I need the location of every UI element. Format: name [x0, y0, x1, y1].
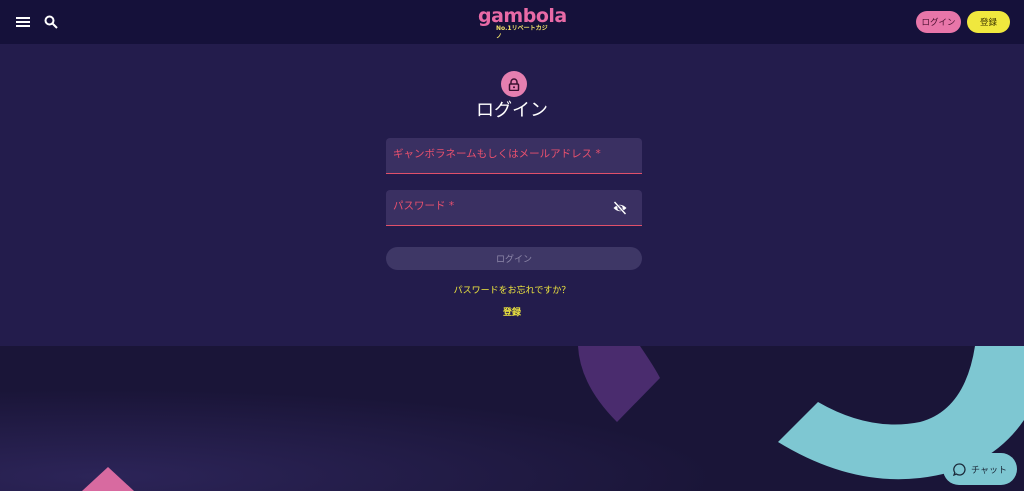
gambola-logo[interactable]: gambola No.1リベートカジノ: [478, 5, 567, 40]
header-register-button[interactable]: 登録: [967, 11, 1010, 33]
lock-icon: [501, 71, 527, 97]
password-field[interactable]: パスワード *: [386, 190, 642, 226]
search-icon[interactable]: [41, 12, 61, 32]
login-panel: ログイン ギャンボラネームもしくはメールアドレス * パスワード * ログイン …: [0, 44, 1024, 346]
top-header: gambola No.1リベートカジノ ログイン 登録: [0, 0, 1024, 44]
login-title: ログイン: [476, 100, 548, 121]
hamburger-menu-icon[interactable]: [13, 12, 33, 32]
login-submit-button[interactable]: ログイン: [386, 247, 642, 270]
chat-label: チャット: [971, 465, 1007, 476]
chat-button[interactable]: チャット: [943, 453, 1017, 485]
logo-text: gambola: [478, 5, 567, 27]
password-label: パスワード *: [393, 200, 455, 212]
username-email-label: ギャンボラネームもしくはメールアドレス *: [393, 148, 601, 160]
username-email-field[interactable]: ギャンボラネームもしくはメールアドレス *: [386, 138, 642, 174]
header-login-button[interactable]: ログイン: [916, 11, 961, 33]
eye-off-icon[interactable]: [612, 200, 628, 216]
logo-tagline: No.1リベートカジノ: [496, 25, 548, 40]
register-link[interactable]: 登録: [412, 307, 612, 319]
chat-bubble-icon: [953, 462, 966, 476]
forgot-password-link[interactable]: パスワードをお忘れですか？: [412, 285, 612, 297]
